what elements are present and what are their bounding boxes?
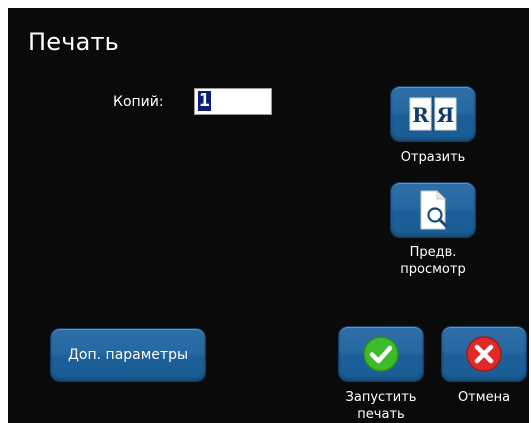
more-options-label: Доп. параметры: [67, 347, 189, 363]
mirror-button[interactable]: R Я: [390, 86, 476, 142]
preview-label: Предв. просмотр: [384, 244, 482, 278]
start-print-label-line1: Запустить: [345, 390, 417, 405]
red-x-icon: [466, 336, 502, 372]
copies-input[interactable]: 1: [194, 88, 272, 115]
copies-value[interactable]: 1: [198, 91, 211, 111]
copies-label: Копий:: [113, 94, 164, 110]
cancel-button[interactable]: [441, 326, 527, 382]
start-print-label: Запустить печать: [330, 389, 432, 423]
cancel-label: Отмена: [457, 390, 511, 405]
start-print-button[interactable]: [338, 326, 424, 382]
preview-button[interactable]: [390, 182, 476, 238]
preview-label-line2: просмотр: [400, 262, 466, 277]
preview-label-line1: Предв.: [409, 245, 457, 260]
mirror-r-ya-icon: R Я: [409, 96, 457, 132]
green-check-icon: [363, 336, 399, 372]
svg-text:Я: Я: [437, 103, 455, 127]
document-magnifier-icon: [420, 190, 448, 230]
mirror-label: Отразить: [400, 150, 466, 165]
print-dialog: Печать Копий: 1 R Я Отразить Предв. прос…: [8, 8, 529, 423]
start-print-label-line2: печать: [357, 407, 405, 422]
dialog-title: Печать: [28, 28, 120, 56]
more-options-button[interactable]: Доп. параметры: [50, 328, 206, 382]
svg-text:R: R: [412, 103, 429, 127]
